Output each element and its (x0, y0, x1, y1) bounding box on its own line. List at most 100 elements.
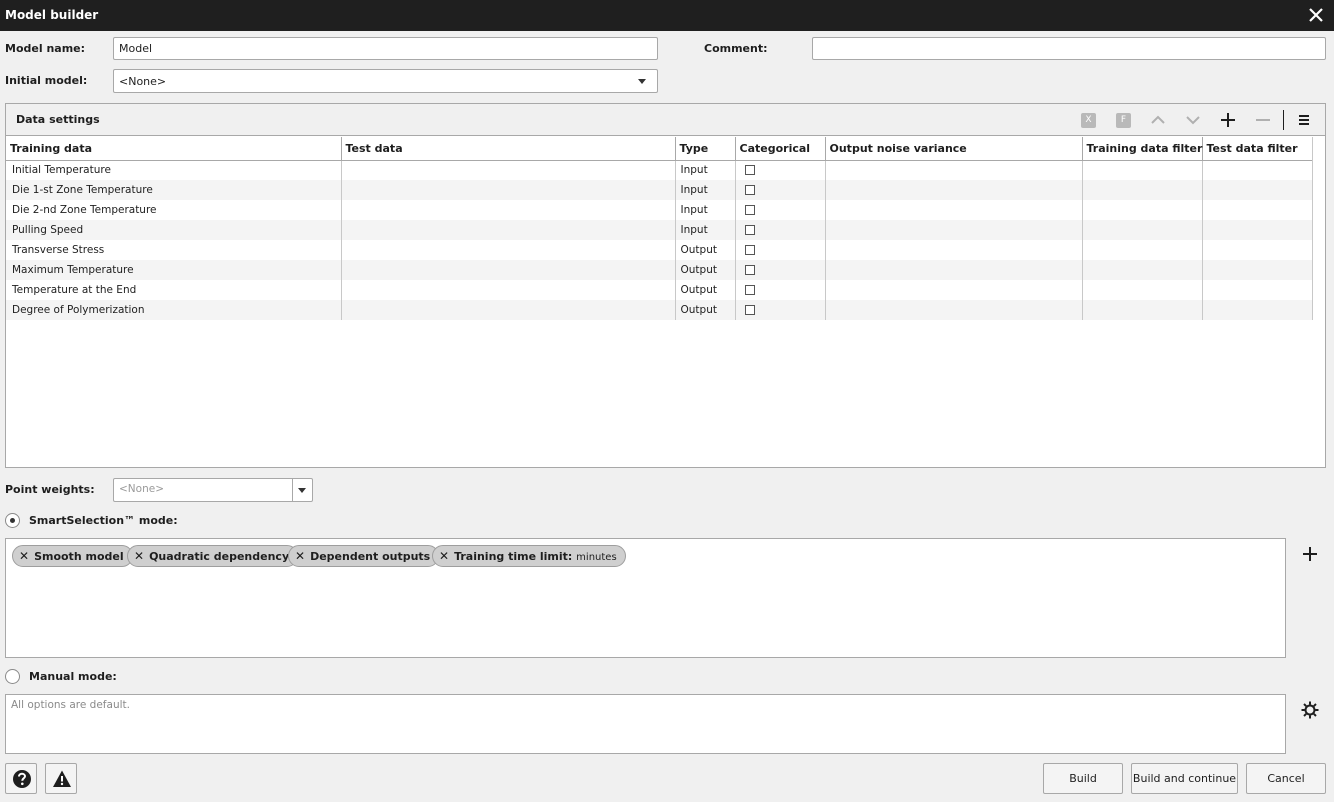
categorical-checkbox[interactable] (744, 265, 755, 275)
type-cell[interactable]: Input (675, 220, 736, 240)
test-filter-cell[interactable] (1202, 200, 1313, 220)
table-row[interactable]: Degree of Polymerization Output (6, 300, 1313, 320)
test-filter-cell[interactable] (1202, 220, 1313, 240)
test-filter-cell[interactable] (1202, 280, 1313, 300)
help-button[interactable] (5, 763, 37, 794)
test-data-cell[interactable] (341, 160, 676, 180)
filter-f-icon[interactable]: F (1116, 113, 1131, 128)
remove-tag-icon[interactable]: ✕ (439, 546, 449, 566)
column-header-training-data-filter[interactable]: Training data filter (1082, 137, 1203, 161)
column-header-test-data-filter[interactable]: Test data filter (1202, 137, 1313, 161)
type-cell[interactable]: Output (675, 280, 736, 300)
test-data-cell[interactable] (341, 220, 676, 240)
categorical-checkbox[interactable] (744, 245, 755, 255)
hint-tag[interactable]: ✕ Training time limit: minutes (432, 545, 626, 567)
comment-input[interactable] (812, 37, 1326, 60)
test-data-cell[interactable] (341, 260, 676, 280)
column-header-test-data[interactable]: Test data (341, 137, 676, 161)
training-data-cell[interactable]: Die 1-st Zone Temperature (6, 180, 342, 200)
column-header-training-data[interactable]: Training data (6, 137, 342, 161)
test-data-cell[interactable] (341, 240, 676, 260)
type-cell[interactable]: Input (675, 180, 736, 200)
noise-variance-cell[interactable] (825, 300, 1083, 320)
column-header-type[interactable]: Type (675, 137, 736, 161)
type-cell[interactable]: Output (675, 260, 736, 280)
type-cell[interactable]: Input (675, 200, 736, 220)
training-filter-cell[interactable] (1082, 220, 1203, 240)
training-filter-cell[interactable] (1082, 180, 1203, 200)
cancel-button[interactable]: Cancel (1246, 763, 1326, 794)
test-data-cell[interactable] (341, 280, 676, 300)
training-data-cell[interactable]: Die 2-nd Zone Temperature (6, 200, 342, 220)
test-filter-cell[interactable] (1202, 260, 1313, 280)
table-row[interactable]: Transverse Stress Output (6, 240, 1313, 260)
close-icon[interactable] (1306, 5, 1326, 25)
categorical-checkbox[interactable] (744, 185, 755, 195)
test-filter-cell[interactable] (1202, 180, 1313, 200)
training-data-cell[interactable]: Maximum Temperature (6, 260, 342, 280)
training-data-cell[interactable]: Temperature at the End (6, 280, 342, 300)
model-name-input[interactable]: Model (113, 37, 658, 60)
categorical-checkbox[interactable] (744, 205, 755, 215)
test-filter-cell[interactable] (1202, 240, 1313, 260)
clear-x-icon[interactable]: X (1081, 113, 1096, 128)
menu-icon[interactable] (1296, 112, 1312, 128)
initial-model-select[interactable]: <None> (113, 69, 658, 93)
training-filter-cell[interactable] (1082, 280, 1203, 300)
test-filter-cell[interactable] (1202, 300, 1313, 320)
training-filter-cell[interactable] (1082, 160, 1203, 180)
test-data-cell[interactable] (341, 200, 676, 220)
point-weights-select[interactable]: <None> (113, 478, 313, 502)
type-cell[interactable]: Output (675, 300, 736, 320)
remove-tag-icon[interactable]: ✕ (295, 546, 305, 566)
chevron-down-icon[interactable] (638, 79, 646, 84)
remove-tag-icon[interactable]: ✕ (134, 546, 144, 566)
training-filter-cell[interactable] (1082, 260, 1203, 280)
table-row[interactable]: Die 2-nd Zone Temperature Input (6, 200, 1313, 220)
move-down-icon[interactable] (1185, 112, 1201, 128)
hint-tag[interactable]: ✕ Dependent outputs (288, 545, 440, 567)
move-up-icon[interactable] (1150, 112, 1166, 128)
table-row[interactable]: Pulling Speed Input (6, 220, 1313, 240)
training-data-cell[interactable]: Transverse Stress (6, 240, 342, 260)
noise-variance-cell[interactable] (825, 260, 1083, 280)
training-filter-cell[interactable] (1082, 200, 1203, 220)
manual-mode-radio[interactable] (5, 669, 20, 684)
training-data-cell[interactable]: Initial Temperature (6, 160, 342, 180)
training-filter-cell[interactable] (1082, 240, 1203, 260)
warnings-button[interactable] (45, 763, 77, 794)
type-cell[interactable]: Input (675, 160, 736, 180)
test-data-cell[interactable] (341, 300, 676, 320)
gear-icon[interactable] (1300, 700, 1320, 720)
manual-options-box[interactable]: All options are default. (5, 694, 1286, 754)
noise-variance-cell[interactable] (825, 220, 1083, 240)
noise-variance-cell[interactable] (825, 240, 1083, 260)
column-header-categorical[interactable]: Categorical (735, 137, 826, 161)
training-data-cell[interactable]: Pulling Speed (6, 220, 342, 240)
noise-variance-cell[interactable] (825, 280, 1083, 300)
hint-tag[interactable]: ✕ Quadratic dependency (127, 545, 299, 567)
training-data-cell[interactable]: Degree of Polymerization (6, 300, 342, 320)
smart-hints-box[interactable]: ✕ Smooth model ✕ Quadratic dependency ✕ Dep… (5, 538, 1286, 658)
add-icon[interactable] (1220, 112, 1236, 128)
noise-variance-cell[interactable] (825, 160, 1083, 180)
hint-tag[interactable]: ✕ Smooth model (12, 545, 133, 567)
column-header-output-noise-variance[interactable]: Output noise variance (825, 137, 1083, 161)
categorical-checkbox[interactable] (744, 305, 755, 315)
table-row[interactable]: Maximum Temperature Output (6, 260, 1313, 280)
training-filter-cell[interactable] (1082, 300, 1203, 320)
add-hint-icon[interactable] (1300, 544, 1320, 564)
categorical-checkbox[interactable] (744, 225, 755, 235)
smart-mode-radio[interactable] (5, 513, 20, 528)
table-row[interactable]: Temperature at the End Output (6, 280, 1313, 300)
build-and-continue-button[interactable]: Build and continue (1131, 763, 1238, 794)
remove-tag-icon[interactable]: ✕ (19, 546, 29, 566)
build-button[interactable]: Build (1043, 763, 1123, 794)
categorical-checkbox[interactable] (744, 165, 755, 176)
test-filter-cell[interactable] (1202, 160, 1313, 180)
categorical-checkbox[interactable] (744, 285, 755, 295)
type-cell[interactable]: Output (675, 240, 736, 260)
table-row[interactable]: Initial Temperature Input (6, 160, 1313, 180)
noise-variance-cell[interactable] (825, 180, 1083, 200)
remove-icon[interactable] (1255, 112, 1271, 128)
